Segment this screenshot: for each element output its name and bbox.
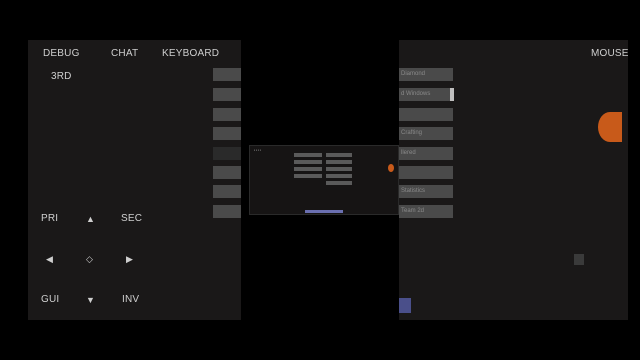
- gui-button[interactable]: GUI: [41, 294, 59, 305]
- hotbar-slot-6[interactable]: [213, 166, 241, 179]
- hotbar-slot-3[interactable]: [213, 108, 241, 121]
- mouse-button[interactable]: MOUSE: [591, 48, 629, 59]
- mini-progress-bar: [305, 210, 343, 213]
- mini-button: [326, 174, 352, 178]
- mini-top-labels: ▪ ▪ ▪ ▪: [254, 148, 261, 152]
- mini-button: [294, 153, 322, 157]
- menu-item[interactable]: [399, 108, 453, 121]
- mini-button: [326, 153, 352, 157]
- mini-button: [294, 167, 322, 171]
- menu-item[interactable]: llered: [399, 147, 453, 160]
- mini-button: [294, 160, 322, 164]
- up-arrow-button[interactable]: ▲: [86, 214, 95, 224]
- hotbar-slot-5[interactable]: [213, 147, 241, 160]
- secondary-button[interactable]: SEC: [121, 213, 142, 224]
- menu-item[interactable]: [399, 166, 453, 179]
- selected-slot-indicator[interactable]: [399, 298, 411, 313]
- mini-button: [326, 160, 352, 164]
- third-person-button[interactable]: 3RD: [51, 71, 72, 82]
- scrollbar-thumb[interactable]: [450, 88, 454, 101]
- mini-button: [326, 181, 352, 185]
- menu-item[interactable]: Diamond: [399, 68, 453, 81]
- chat-button[interactable]: CHAT: [111, 48, 138, 59]
- hotbar-slot-2[interactable]: [213, 88, 241, 101]
- mini-button: [294, 174, 322, 178]
- down-arrow-button[interactable]: ▼: [86, 295, 95, 305]
- menu-item[interactable]: Crafting: [399, 127, 453, 140]
- right-menu-panel: [399, 40, 628, 320]
- menu-item[interactable]: d Windows: [399, 88, 453, 101]
- keyboard-button[interactable]: KEYBOARD: [162, 48, 219, 59]
- primary-button[interactable]: PRI: [41, 213, 58, 224]
- jump-button[interactable]: ◇: [86, 254, 93, 265]
- left-controls-panel: [28, 40, 241, 320]
- mini-button: [326, 167, 352, 171]
- crosshair-square[interactable]: [574, 254, 584, 265]
- hotbar-slot-7[interactable]: [213, 185, 241, 198]
- inventory-button[interactable]: INV: [122, 294, 139, 305]
- mini-sun-icon: [388, 164, 394, 172]
- sun-icon: [598, 112, 622, 142]
- debug-button[interactable]: DEBUG: [43, 48, 80, 59]
- center-preview: ▪ ▪ ▪ ▪: [249, 145, 399, 215]
- hotbar-slot-1[interactable]: [213, 68, 241, 81]
- menu-item[interactable]: Statistics: [399, 185, 453, 198]
- left-arrow-button[interactable]: ◀: [46, 254, 53, 265]
- menu-item[interactable]: Team 2d: [399, 205, 453, 218]
- hotbar-slot-4[interactable]: [213, 127, 241, 140]
- right-arrow-button[interactable]: ▶: [126, 254, 133, 265]
- hotbar-slot-8[interactable]: [213, 205, 241, 218]
